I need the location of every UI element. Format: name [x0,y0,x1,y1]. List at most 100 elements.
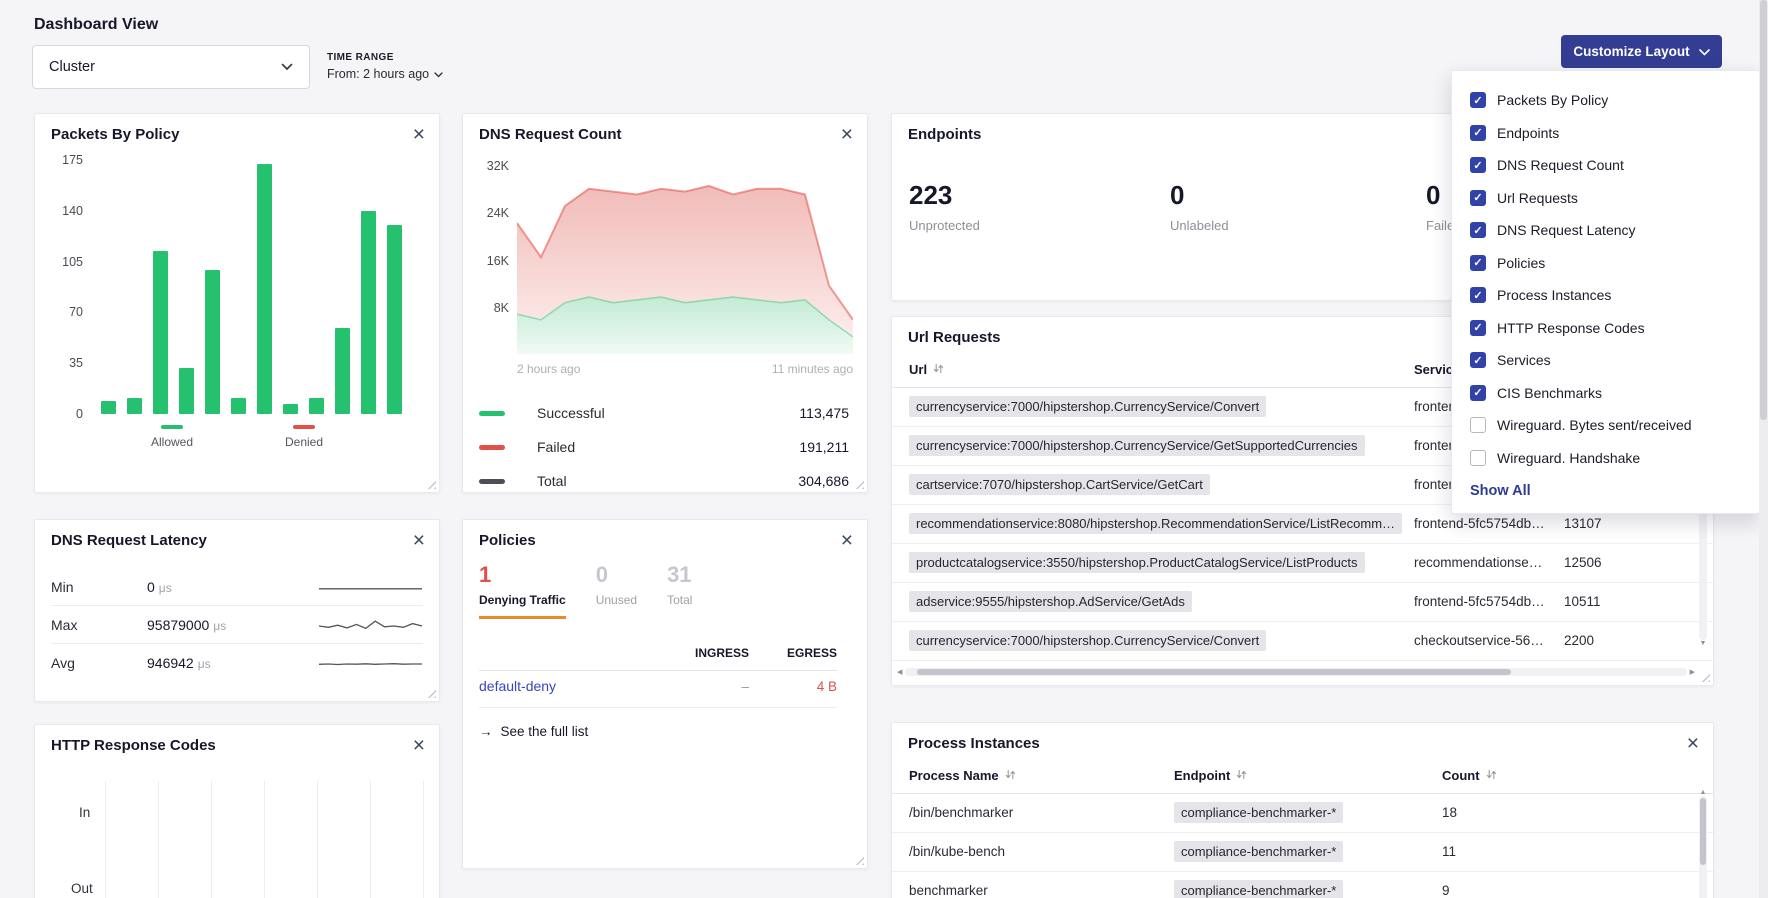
latency-unit: μs [213,619,226,633]
tab-count: 31 [667,562,692,588]
checkbox-icon[interactable] [1470,222,1486,238]
customize-option-services[interactable]: Services [1452,344,1759,377]
tab-denying-traffic[interactable]: 1 Denying Traffic [479,562,566,619]
table-row[interactable]: productcatalogservice:3550/hipstershop.P… [892,544,1713,583]
vertical-scrollbar[interactable]: ▲ ▼ [1698,789,1708,898]
stat-unlabeled: 0 Unlabeled [1170,180,1229,233]
option-label: Services [1497,352,1551,368]
column-header-endpoint[interactable]: Endpoint [1174,768,1247,783]
checkbox-icon[interactable] [1470,320,1486,336]
legend-label: Failed [537,439,575,455]
customize-option-dns-request-count[interactable]: DNS Request Count [1452,149,1759,182]
show-all-link[interactable]: Show All [1452,474,1759,501]
close-icon[interactable]: × [413,120,425,149]
legend-row-total: Total 304,686 [479,464,849,498]
legend-label: Total [537,473,567,489]
customize-option-wireguard-handshake[interactable]: Wireguard. Handshake [1452,442,1759,475]
checkbox-icon[interactable] [1470,125,1486,141]
tab-total[interactable]: 31 Total [667,562,692,619]
url-cell: currencyservice:7000/hipstershop.Currenc… [909,630,1266,651]
x-axis: 2 hours ago 11 minutes ago [517,362,853,376]
table-row[interactable]: benchmarker compliance-benchmarker-* 9 [892,872,1713,898]
latency-label: Avg [51,655,147,671]
bar [387,225,402,414]
scrollbar-track[interactable] [905,668,1686,676]
axis-tick-label: 16K [471,254,509,268]
checkbox-icon[interactable] [1470,255,1486,271]
checkbox-icon[interactable] [1470,92,1486,108]
latency-label: Max [51,617,147,633]
see-full-list-link[interactable]: → See the full list [479,724,588,739]
checkbox-icon[interactable] [1470,417,1486,433]
customize-option-process-instances[interactable]: Process Instances [1452,279,1759,312]
service-cell: recommendationse… [1414,555,1560,570]
checkbox-icon[interactable] [1470,287,1486,303]
checkbox-icon[interactable] [1470,450,1486,466]
view-select[interactable]: Cluster [32,45,310,89]
scrollbar-thumb[interactable] [917,669,1511,675]
column-label: Endpoint [1174,768,1230,783]
customize-option-policies[interactable]: Policies [1452,247,1759,280]
customize-option-cis-benchmarks[interactable]: CIS Benchmarks [1452,377,1759,410]
resize-handle[interactable] [1700,672,1710,682]
resize-handle[interactable] [426,479,436,489]
scrollbar-thumb[interactable] [1760,0,1767,420]
column-header-process-name[interactable]: Process Name [909,768,1016,783]
close-icon[interactable]: × [841,120,853,149]
url-cell: currencyservice:7000/hipstershop.Currenc… [909,435,1365,456]
card-title: HTTP Response Codes [51,737,216,754]
view-select-value: Cluster [49,59,95,75]
scrollbar-thumb[interactable] [1700,798,1706,865]
time-range-label: TIME RANGE [327,52,443,63]
checkbox-icon[interactable] [1470,157,1486,173]
customize-option-http-response-codes[interactable]: HTTP Response Codes [1452,312,1759,345]
time-range-value[interactable]: From: 2 hours ago [327,67,443,81]
checkbox-icon[interactable] [1470,352,1486,368]
process-instances-table: /bin/benchmarker compliance-benchmarker-… [892,794,1713,898]
close-icon[interactable]: × [841,526,853,555]
checkbox-icon[interactable] [1470,190,1486,206]
option-label: Wireguard. Handshake [1497,450,1640,466]
policy-name-link[interactable]: default-deny [479,678,657,694]
count-cell: 10511 [1564,594,1601,609]
resize-handle[interactable] [854,479,864,489]
scroll-down-icon[interactable]: ▼ [1700,640,1707,647]
denied-swatch-icon [293,425,315,429]
sparkline-chart [318,652,423,674]
column-header-url[interactable]: Url [909,362,944,377]
customize-option-packets-by-policy[interactable]: Packets By Policy [1452,84,1759,117]
scroll-up-icon[interactable]: ▲ [1700,789,1707,796]
table-row[interactable]: currencyservice:7000/hipstershop.Currenc… [892,622,1713,661]
close-icon[interactable]: × [413,731,425,760]
customize-option-wireguard-bytes[interactable]: Wireguard. Bytes sent/received [1452,409,1759,442]
checkbox-icon[interactable] [1470,385,1486,401]
resize-handle[interactable] [854,855,864,865]
url-cell: currencyservice:7000/hipstershop.Currenc… [909,396,1266,417]
chevron-down-icon [281,59,293,75]
customize-layout-button[interactable]: Customize Layout [1561,35,1722,68]
scrollbar-track[interactable] [1699,796,1707,898]
customize-option-dns-request-latency[interactable]: DNS Request Latency [1452,214,1759,247]
window-scrollbar[interactable] [1759,0,1768,898]
scroll-right-icon[interactable]: ▶ [1690,669,1695,676]
legend-label: Successful [537,405,605,421]
horizontal-scrollbar[interactable]: ◀ ▶ [897,666,1695,678]
close-icon[interactable]: × [413,526,425,555]
legend-value: 191,211 [799,439,849,455]
legend-row-successful: Successful 113,475 [479,396,849,430]
option-label: Policies [1497,255,1545,271]
customize-option-endpoints[interactable]: Endpoints [1452,117,1759,150]
endpoint-cell: compliance-benchmarker-* [1174,802,1343,823]
option-label: CIS Benchmarks [1497,385,1602,401]
tab-unused[interactable]: 0 Unused [596,562,637,619]
table-row[interactable]: /bin/benchmarker compliance-benchmarker-… [892,794,1713,833]
customize-option-url-requests[interactable]: Url Requests [1452,182,1759,215]
resize-handle[interactable] [426,688,436,698]
scroll-left-icon[interactable]: ◀ [897,669,902,676]
bar [283,404,298,414]
table-row[interactable]: adservice:9555/hipstershop.AdService/Get… [892,583,1713,622]
table-row[interactable]: /bin/kube-bench compliance-benchmarker-*… [892,833,1713,872]
close-icon[interactable]: × [1687,729,1699,758]
column-header-count[interactable]: Count [1442,768,1497,783]
row-label-out: Out [71,881,93,896]
